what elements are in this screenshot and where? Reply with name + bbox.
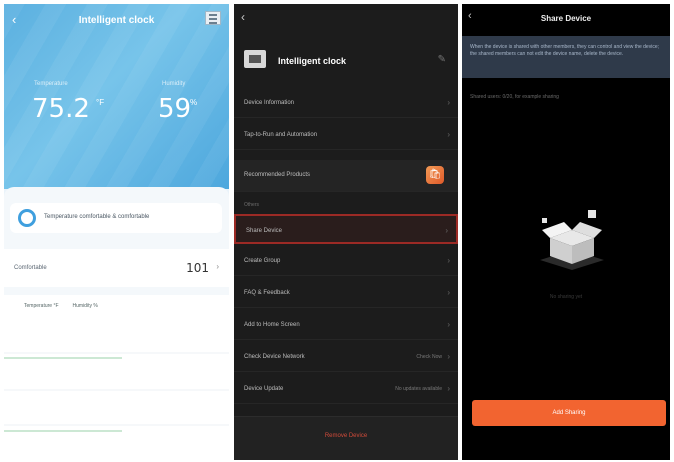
add-sharing-button[interactable]: Add Sharing (472, 400, 666, 426)
chevron-right-icon: › (447, 130, 450, 139)
chevron-right-icon: › (445, 226, 448, 235)
menu-check-device-network[interactable]: Check Device Network Check Now › (234, 342, 458, 372)
shopping-bag-icon: 🛍 (426, 166, 444, 184)
remove-device-bar: Remove Device (234, 416, 458, 460)
menu-recommended-products[interactable]: Recommended Products 🛍 (234, 160, 458, 192)
menu-label: FAQ & Feedback (244, 290, 290, 296)
chevron-right-icon: › (447, 256, 450, 265)
back-icon[interactable]: ‹ (241, 10, 245, 24)
menu-device-information[interactable]: Device Information › (234, 88, 458, 118)
chevron-right-icon: › (447, 320, 450, 329)
status-text: Temperature comfortable & comfortable (44, 214, 150, 220)
humidity-unit: % (190, 98, 198, 107)
device-settings-panel: ‹ Intelligent clock ✎ Device Information… (234, 4, 458, 460)
menu-tap-to-run[interactable]: Tap-to-Run and Automation › (234, 120, 458, 150)
info-banner: When the device is shared with other mem… (462, 36, 670, 78)
temperature-label: Temperature (34, 81, 68, 87)
chevron-right-icon: › (216, 262, 219, 271)
section-label: Others (244, 202, 260, 208)
comfort-status-card: Temperature comfortable & comfortable (10, 203, 222, 233)
device-thumbnail-icon (244, 50, 266, 68)
menu-label: Add to Home Screen (244, 322, 300, 328)
empty-state-text: No sharing yet (549, 294, 583, 300)
menu-label: Create Group (244, 258, 281, 264)
chevron-right-icon: › (447, 384, 450, 393)
history-chart: Temperature °F Humidity % (4, 295, 229, 460)
humidity-label: Humidity (162, 81, 186, 87)
menu-label: Device Information (244, 100, 295, 106)
page-title: Intelligent clock (78, 15, 155, 26)
menu-label: Share Device (246, 228, 283, 234)
device-body: Temperature comfortable & comfortable Co… (4, 187, 229, 460)
chevron-right-icon: › (447, 98, 450, 107)
menu-faq-feedback[interactable]: FAQ & Feedback › (234, 278, 458, 308)
chevron-right-icon: › (447, 288, 450, 297)
menu-value: Check Now (416, 354, 442, 360)
comfort-label: Comfortable (14, 265, 47, 271)
remove-device-button[interactable]: Remove Device (234, 433, 458, 439)
chart-lines (4, 352, 229, 432)
edit-icon[interactable]: ✎ (438, 54, 446, 65)
menu-device-update[interactable]: Device Update No updates available › (234, 374, 458, 404)
page-title: Share Device (540, 14, 592, 23)
menu-label: Device Update (244, 386, 284, 392)
chevron-right-icon: › (447, 352, 450, 361)
share-hint: Shared users: 0/20, for example sharing (470, 94, 559, 100)
empty-box-icon (540, 210, 604, 270)
temperature-value: 75.2 (32, 94, 90, 124)
menu-icon[interactable] (205, 11, 221, 25)
menu-label: Check Device Network (244, 354, 305, 360)
menu-label: Tap-to-Run and Automation (244, 132, 318, 138)
comfort-row[interactable]: Comfortable 101 › (4, 249, 229, 287)
menu-add-to-home-screen[interactable]: Add to Home Screen › (234, 310, 458, 340)
device-panel: ‹ Intelligent clock Temperature 75.2 °F … (4, 4, 229, 460)
menu-value: No updates available (395, 386, 442, 392)
humidity-value: 59 (158, 94, 192, 124)
menu-label: Recommended Products (244, 172, 311, 178)
comfort-ring-icon (18, 209, 36, 227)
share-device-panel: ‹ Share Device When the device is shared… (462, 4, 670, 460)
menu-share-device[interactable]: Share Device › (234, 214, 458, 244)
comfort-value: 101 (186, 261, 209, 275)
device-name: Intelligent clock (278, 56, 347, 66)
temperature-unit: °F (96, 98, 105, 107)
menu-create-group[interactable]: Create Group › (234, 246, 458, 276)
